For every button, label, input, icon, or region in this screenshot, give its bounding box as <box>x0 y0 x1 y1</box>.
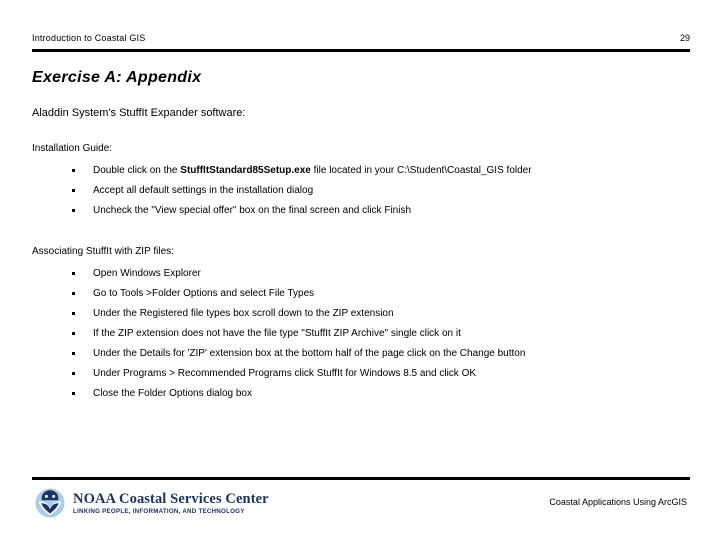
bullet-square-icon <box>72 284 76 304</box>
list-item: Open Windows Explorer <box>32 264 692 284</box>
noaa-logo-tagline: LINKING PEOPLE, INFORMATION, AND TECHNOL… <box>73 507 245 515</box>
lead-text: Aladdin System's StuffIt Expander softwa… <box>32 107 246 119</box>
list-item-text: Close the Folder Options dialog box <box>93 388 252 399</box>
header-title: Introduction to Coastal GIS <box>32 33 146 43</box>
bullet-list: Double click on the StuffItStandard85Set… <box>32 161 692 221</box>
list-item-text: Go to Tools >Folder Options and select F… <box>93 288 315 299</box>
bullet-square-icon <box>72 304 76 324</box>
bullet-square-icon <box>72 344 76 364</box>
sections-container: Installation Guide: Double click on the S… <box>32 142 692 404</box>
list-item-emphasis: StuffItStandard85Setup.exe <box>180 165 311 176</box>
list-item: Go to Tools >Folder Options and select F… <box>32 284 692 304</box>
list-item: Close the Folder Options dialog box <box>32 384 692 404</box>
slide-body: Aladdin System's StuffIt Expander softwa… <box>32 106 692 428</box>
bullet-square-icon <box>72 201 76 221</box>
list-item: Under Programs > Recommended Programs cl… <box>32 364 692 384</box>
list-item-text-cont: file located in your C:\Student\Coastal_… <box>310 165 532 176</box>
list-item-text: Accept all default settings in the insta… <box>93 185 314 196</box>
footer-course-title: Coastal Applications Using ArcGIS <box>549 497 687 507</box>
noaa-wordmark: NOAA Coastal Services Center LINKING PEO… <box>73 491 269 516</box>
noaa-logo: NOAA Coastal Services Center LINKING PEO… <box>33 486 269 520</box>
list-item-text: Under the Details for 'ZIP' extension bo… <box>93 348 526 359</box>
list-item: If the ZIP extension does not have the f… <box>32 324 692 344</box>
list-item: Uncheck the "View special offer" box on … <box>32 201 692 221</box>
section-heading: Installation Guide: <box>32 143 113 154</box>
list-item: Under the Details for 'ZIP' extension bo… <box>32 344 692 364</box>
page-number: 29 <box>679 33 690 43</box>
bullet-square-icon <box>72 324 76 344</box>
section: Installation Guide: Double click on the S… <box>32 142 692 221</box>
bullet-square-icon <box>72 364 76 384</box>
list-item-text: Under the Registered file types box scro… <box>93 308 394 319</box>
list-item-text: Double click on the <box>93 165 181 176</box>
bullet-square-icon <box>72 181 76 201</box>
list-item-text: If the ZIP extension does not have the f… <box>93 328 461 339</box>
slide-header: Introduction to Coastal GIS 29 <box>32 33 690 43</box>
noaa-seal-icon <box>33 486 67 520</box>
header-divider <box>32 49 690 52</box>
section: Associating StuffIt with ZIP files: Open … <box>32 245 692 404</box>
page-title: Exercise A: Appendix <box>32 69 202 86</box>
bullet-square-icon <box>72 161 76 181</box>
list-item-text: Uncheck the "View special offer" box on … <box>93 205 412 216</box>
list-item-text: Under Programs > Recommended Programs cl… <box>93 368 477 379</box>
footer-divider <box>32 477 690 480</box>
bullet-square-icon <box>72 384 76 404</box>
list-item: Double click on the StuffItStandard85Set… <box>32 161 692 181</box>
list-item: Accept all default settings in the insta… <box>32 181 692 201</box>
slide: Introduction to Coastal GIS 29 Exercise … <box>0 0 720 540</box>
bullet-list: Open Windows Explorer Go to Tools >Folder… <box>32 264 692 404</box>
noaa-logo-name: NOAA Coastal Services Center <box>73 490 269 507</box>
list-item: Under the Registered file types box scro… <box>32 304 692 324</box>
list-item-text: Open Windows Explorer <box>93 268 201 279</box>
section-heading: Associating StuffIt with ZIP files: <box>32 246 174 257</box>
bullet-square-icon <box>72 264 76 284</box>
